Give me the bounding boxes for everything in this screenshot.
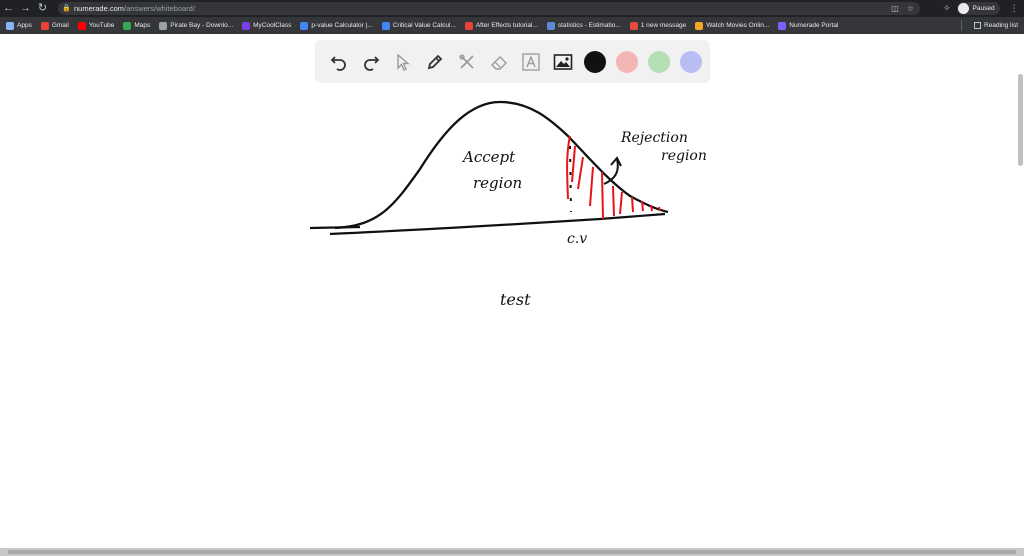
redo-button[interactable] [355, 46, 387, 78]
bookmark-item[interactable]: Pirate Bay - Downlo... [159, 21, 233, 30]
bookmark-item[interactable]: Numerade Portal [778, 21, 838, 30]
bookmarks-divider [961, 20, 962, 31]
accept-region-label: Accept region [463, 149, 522, 191]
rejection-region-line1: Rejection [621, 130, 688, 146]
bookmark-item[interactable]: Gmail [40, 21, 69, 30]
reload-icon[interactable]: ↻ [34, 0, 51, 17]
adobe-icon [464, 21, 473, 30]
rejection-arrowhead [610, 156, 622, 167]
bookmark-item[interactable]: Watch Movies Onlin... [695, 21, 769, 30]
image-icon [553, 53, 573, 70]
critical-value-label: c.v [567, 231, 588, 247]
tools-button[interactable] [451, 46, 483, 78]
eraser-button[interactable] [483, 46, 515, 78]
reading-list-icon [974, 22, 982, 29]
rejection-arrow [603, 158, 619, 185]
color-green-swatch[interactable] [648, 50, 670, 73]
bookmarks-bar: Apps Gmail YouTube Maps Pirate Bay - Dow… [0, 17, 1024, 34]
movies-icon [695, 21, 704, 30]
reading-list-label: Reading list [984, 22, 1018, 29]
undo-icon [330, 55, 346, 71]
profile-status: Paused [972, 5, 995, 12]
color-black-swatch[interactable] [584, 50, 606, 73]
globe-icon [159, 21, 168, 30]
menu-icon[interactable]: ⋮ [1010, 3, 1019, 14]
text-button[interactable] [515, 46, 547, 78]
scrollbar-thumb[interactable] [8, 550, 1016, 554]
bookmark-item[interactable]: Critical Value Calcul... [381, 21, 456, 30]
critical-value-line [569, 145, 572, 213]
pen-icon [427, 54, 443, 69]
bookmark-item[interactable]: YouTube [77, 21, 114, 30]
back-icon[interactable]: ← [0, 0, 17, 17]
pen-button[interactable] [419, 46, 451, 78]
tools-icon [459, 53, 474, 69]
forward-icon[interactable]: → [17, 0, 34, 17]
avatar [957, 3, 969, 14]
pointer-button[interactable] [387, 46, 419, 78]
whiteboard-canvas[interactable]: Accept region Rejection region c.v test [0, 34, 1024, 548]
bookmark-item[interactable]: Apps [6, 21, 32, 30]
redo-icon [364, 55, 380, 71]
color-blue-swatch[interactable] [680, 50, 702, 73]
url-path: /answers/whiteboard/ [124, 4, 195, 13]
address-bar[interactable]: 🔒 numerade.com/answers/whiteboard/ ◫ ☆ [58, 2, 920, 15]
pointer-icon [397, 52, 410, 71]
image-button[interactable] [547, 46, 579, 78]
test-label: test [500, 290, 531, 309]
profile-button[interactable]: Paused [956, 2, 1000, 15]
bookmark-item[interactable]: p-value Calculator |... [300, 21, 373, 30]
bookmark-item[interactable]: After Effects tutorial... [464, 21, 538, 30]
vertical-scrollbar[interactable] [1018, 74, 1023, 166]
eraser-icon [491, 55, 507, 70]
reading-list-button[interactable]: Reading list [974, 17, 1018, 34]
install-app-icon[interactable]: ◫ [891, 4, 899, 13]
color-red-swatch[interactable] [616, 50, 638, 73]
bookmark-item[interactable]: statistics - Estimatio... [546, 21, 621, 30]
rejection-region-label: Rejection region [621, 130, 707, 164]
extensions-icon[interactable]: ✧ [943, 3, 951, 14]
youtube-icon [77, 21, 86, 30]
bookmark-item[interactable]: MyCoolClass [242, 21, 291, 30]
url-host: numerade.com [74, 4, 125, 13]
undo-button[interactable] [323, 46, 355, 78]
browser-titlebar: ← → ↻ 🔒 numerade.com/answers/whiteboard/… [0, 0, 1024, 17]
apps-grid-icon [6, 21, 14, 30]
drawing-toolbar [315, 40, 710, 83]
stackexchange-icon [546, 21, 555, 30]
numerade-icon [778, 21, 787, 30]
accept-region-line1: Accept [463, 148, 516, 166]
bookmark-star-icon[interactable]: ☆ [907, 4, 914, 13]
horizontal-scrollbar[interactable] [0, 548, 1024, 556]
calculator-icon [381, 21, 390, 30]
gmail-icon [40, 21, 49, 30]
message-icon [629, 21, 638, 30]
bookmark-item[interactable]: Maps [123, 21, 150, 30]
lock-icon[interactable]: 🔒 [62, 5, 71, 13]
text-icon [522, 52, 540, 71]
maps-icon [123, 21, 132, 30]
calculator-icon [300, 21, 309, 30]
accept-region-line2: region [473, 174, 523, 192]
baseline-axis [329, 212, 666, 236]
mycoolclass-icon [242, 21, 251, 30]
bookmark-item[interactable]: 1 new message [629, 21, 686, 30]
rejection-region-line2: region [661, 148, 707, 164]
